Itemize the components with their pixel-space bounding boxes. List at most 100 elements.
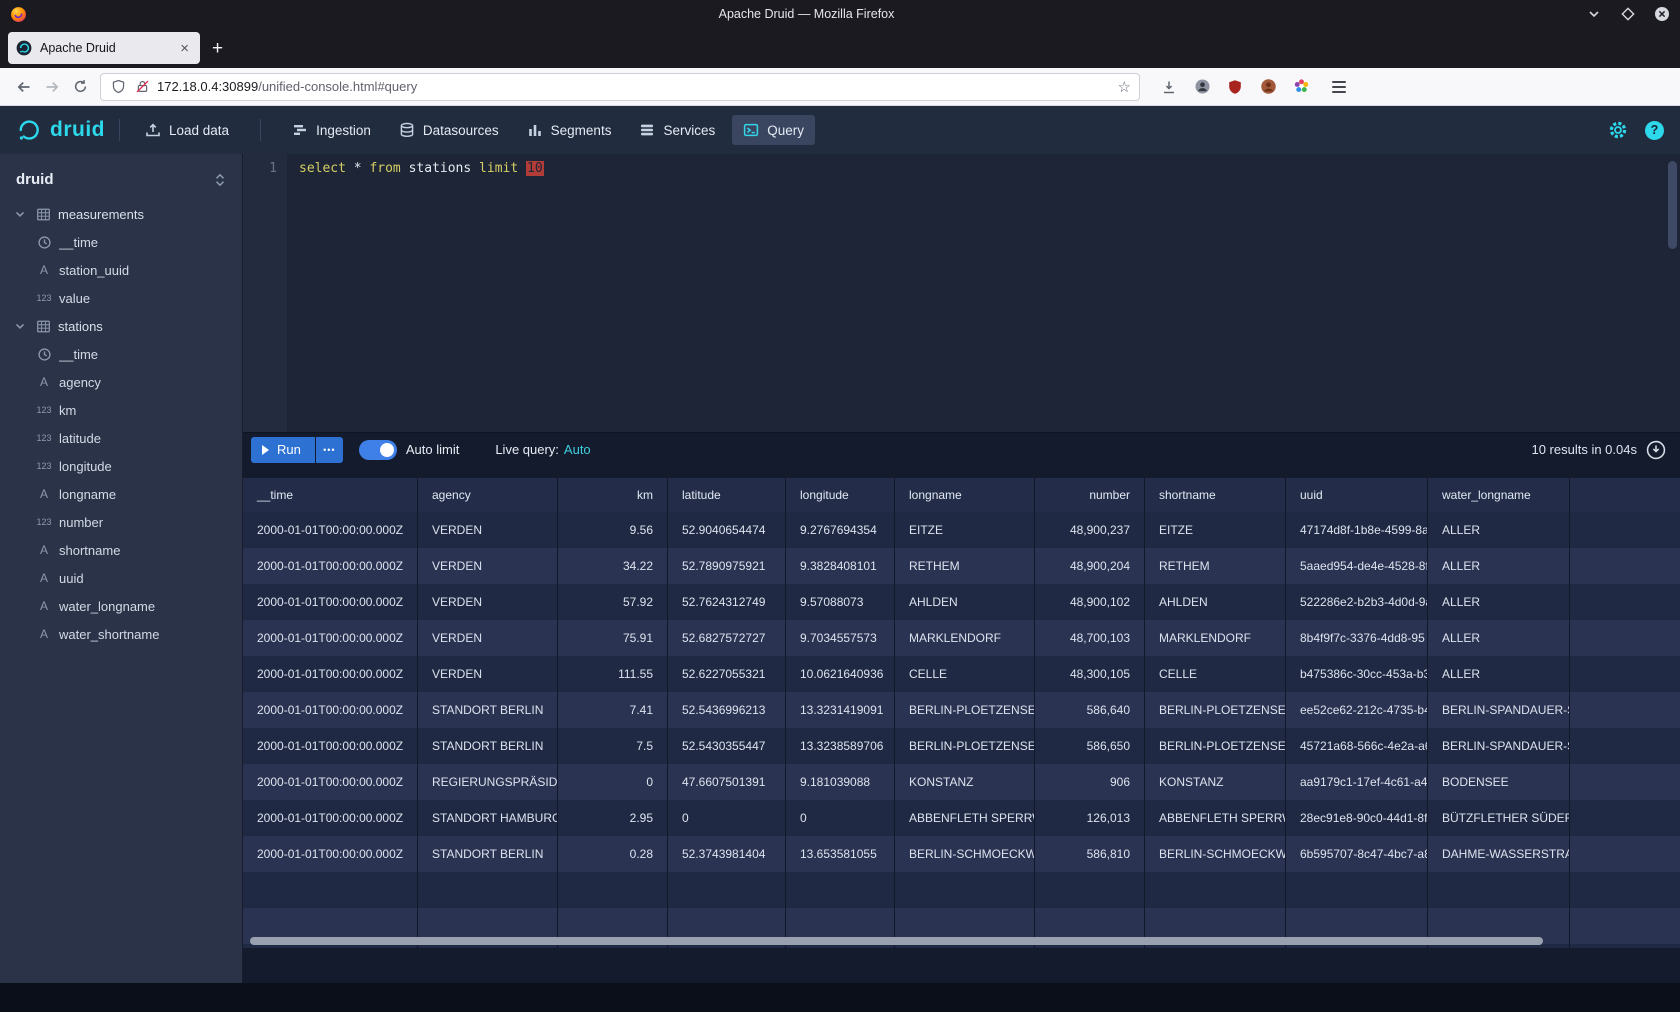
cell-longname[interactable]: BERLIN-PLOETZENSEE C [895,692,1035,728]
auto-limit-toggle[interactable] [359,440,397,460]
window-close-button[interactable] [1654,6,1670,22]
cell-number[interactable]: 48,900,237 [1035,512,1145,548]
reload-icon[interactable] [66,73,94,101]
horizontal-scrollbar[interactable] [250,937,1543,945]
cell-uuid[interactable]: 28ec91e8-90c0-44d1-8f [1286,800,1428,836]
cell-km[interactable]: 7.41 [558,692,668,728]
schema-selector[interactable]: druid [0,154,242,200]
cell-longitude[interactable]: 9.7034557573 [786,620,895,656]
cell-number[interactable]: 906 [1035,764,1145,800]
run-button[interactable]: Run [251,437,315,463]
cell-latitude[interactable]: 52.5436996213 [668,692,786,728]
cell-longitude[interactable] [786,872,895,908]
cell-shortname[interactable] [1145,872,1286,908]
cell-uuid[interactable]: 522286e2-b2b3-4d0d-9a [1286,584,1428,620]
tree-item-stations[interactable]: stations [0,312,242,340]
cell-latitude[interactable]: 47.6607501391 [668,764,786,800]
cell-km[interactable]: 9.56 [558,512,668,548]
cell-agency[interactable]: VERDEN [418,620,558,656]
cell-km[interactable]: 0 [558,764,668,800]
cell-uuid[interactable]: b475386c-30cc-453a-b3 [1286,656,1428,692]
tree-item-water_longname[interactable]: Awater_longname [0,592,242,620]
tree-item-km[interactable]: 123km [0,396,242,424]
cell-longitude[interactable]: 10.0621640936 [786,656,895,692]
cell-longitude[interactable]: 13.3231419091 [786,692,895,728]
menu-icon[interactable] [1326,75,1352,99]
tree-item-uuid[interactable]: Auuid [0,564,242,592]
cell-water_longname[interactable]: BERLIN-SPANDAUER-S [1428,692,1570,728]
cell-uuid[interactable]: 45721a68-566c-4e2a-a6 [1286,728,1428,764]
cell-agency[interactable]: VERDEN [418,584,558,620]
cell-agency[interactable]: VERDEN [418,548,558,584]
cell-latitude[interactable]: 52.7624312749 [668,584,786,620]
chevron-down-icon[interactable] [12,206,28,222]
cell-longname[interactable]: AHLDEN [895,584,1035,620]
cell-number[interactable]: 586,650 [1035,728,1145,764]
cell-longitude[interactable]: 13.653581055 [786,836,895,872]
browser-tab[interactable]: Apache Druid × [8,32,200,64]
forward-icon[interactable] [38,73,66,101]
column-header-water_longname[interactable]: water_longname [1428,478,1570,512]
cell-shortname[interactable]: CELLE [1145,656,1286,692]
column-header-shortname[interactable]: shortname [1145,478,1286,512]
editor-vertical-scrollbar[interactable] [1668,161,1677,249]
cell-latitude[interactable]: 52.5430355447 [668,728,786,764]
cell-number[interactable]: 48,900,102 [1035,584,1145,620]
downloads-icon[interactable] [1160,78,1178,96]
cell-longitude[interactable]: 0 [786,800,895,836]
tree-item-agency[interactable]: Aagency [0,368,242,396]
cell-km[interactable]: 57.92 [558,584,668,620]
cell-uuid[interactable] [1286,872,1428,908]
nav-item-datasources[interactable]: Datasources [388,115,510,145]
bookmark-star-icon[interactable]: ☆ [1118,78,1131,96]
cell-__time[interactable] [243,872,418,908]
double-caret-icon[interactable] [212,172,228,188]
tree-item-shortname[interactable]: Ashortname [0,536,242,564]
tab-close-icon[interactable]: × [177,39,192,58]
cell-agency[interactable]: STANDORT BERLIN [418,692,558,728]
tree-item-longname[interactable]: Alongname [0,480,242,508]
cell-number[interactable]: 586,810 [1035,836,1145,872]
cell-km[interactable]: 7.5 [558,728,668,764]
cell-agency[interactable]: STANDORT BERLIN [418,728,558,764]
cell-water_longname[interactable]: BERLIN-SPANDAUER-S [1428,728,1570,764]
column-header-km[interactable]: km [558,478,668,512]
cell-__time[interactable]: 2000-01-01T00:00:00.000Z [243,512,418,548]
window-maximize-button[interactable] [1620,6,1636,22]
cell-__time[interactable]: 2000-01-01T00:00:00.000Z [243,584,418,620]
cell-shortname[interactable]: BERLIN-SCHMOECKWITZ [1145,836,1286,872]
query-editor[interactable]: 1 select * from stations limit 10 [243,154,1680,432]
cell-km[interactable]: 2.95 [558,800,668,836]
tree-item-measurements[interactable]: measurements [0,200,242,228]
cell-shortname[interactable]: EITZE [1145,512,1286,548]
cell-longname[interactable]: KONSTANZ [895,764,1035,800]
cell-shortname[interactable]: RETHEM [1145,548,1286,584]
cell-shortname[interactable]: ABBENFLETH SPERRWEI [1145,800,1286,836]
cell-__time[interactable]: 2000-01-01T00:00:00.000Z [243,548,418,584]
cell-water_longname[interactable]: ALLER [1428,548,1570,584]
cell-uuid[interactable]: 6b595707-8c47-4bc7-a8 [1286,836,1428,872]
cell-latitude[interactable]: 52.6227055321 [668,656,786,692]
column-header-longname[interactable]: longname [895,478,1035,512]
cell-water_longname[interactable]: BÜTZFLETHER SÜDERE [1428,800,1570,836]
cell-agency[interactable] [418,872,558,908]
cell-number[interactable]: 48,900,204 [1035,548,1145,584]
extension-avatar-icon[interactable] [1259,78,1277,96]
cell-shortname[interactable]: AHLDEN [1145,584,1286,620]
cell-longitude[interactable]: 9.2767694354 [786,512,895,548]
cell-agency[interactable]: STANDORT BERLIN [418,836,558,872]
download-results-icon[interactable] [1646,440,1666,460]
insecure-lock-icon[interactable] [133,78,151,96]
cell-water_longname[interactable]: ALLER [1428,512,1570,548]
cell-water_longname[interactable]: ALLER [1428,620,1570,656]
ublock-shield-icon[interactable] [1226,78,1244,96]
cell-km[interactable] [558,872,668,908]
cell-km[interactable]: 75.91 [558,620,668,656]
cell-__time[interactable]: 2000-01-01T00:00:00.000Z [243,764,418,800]
tree-item-__time[interactable]: __time [0,340,242,368]
cell-longname[interactable]: MARKLENDORF [895,620,1035,656]
cell-uuid[interactable]: aa9179c1-17ef-4c61-a48 [1286,764,1428,800]
column-header-latitude[interactable]: latitude [668,478,786,512]
url-bar[interactable]: 172.18.0.4:30899/unified-console.html#qu… [100,73,1140,101]
cell-km[interactable]: 0.28 [558,836,668,872]
